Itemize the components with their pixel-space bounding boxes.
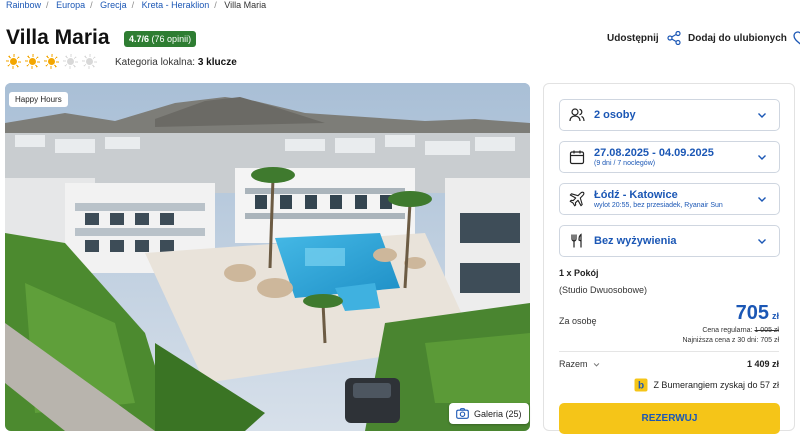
price-per-person: 705 zł — [736, 302, 779, 325]
favorite-label: Dodaj do ulubionych — [688, 33, 787, 44]
breadcrumb-link-rainbow[interactable]: Rainbow — [6, 0, 41, 10]
breadcrumb: Rainbow / Europa / Grecja / Kreta - Herakli… — [6, 0, 266, 10]
dates-value: 27.08.2025 - 04.09.2025 — [594, 147, 714, 159]
chevron-down-icon — [758, 113, 766, 118]
sun-icon — [25, 54, 40, 69]
chevron-down-icon — [758, 239, 766, 244]
meal-value: Bez wyżywienia — [594, 235, 677, 247]
rating-reviews: (76 opinii) — [151, 34, 192, 44]
hotel-photo[interactable] — [5, 83, 530, 431]
dates-duration: (9 dni / 7 noclegów) — [594, 160, 656, 167]
rating-badge[interactable]: 4.7/6 (76 opinii) — [124, 31, 197, 47]
local-category: Kategoria lokalna: 3 klucze — [115, 57, 237, 68]
share-icon — [667, 31, 681, 45]
breadcrumb-separator: / — [214, 0, 217, 10]
price-value: 705 — [735, 302, 769, 324]
hotel-photo-illustration — [5, 83, 530, 431]
regular-price-value: 1 005 zł — [754, 327, 779, 334]
total-label: Razem — [559, 359, 588, 369]
breadcrumb-current: Villa Maria — [224, 0, 267, 10]
meal-select[interactable]: Bez wyżywienia — [559, 225, 780, 257]
chevron-down-icon — [758, 155, 766, 160]
sun-icon — [6, 54, 21, 69]
breadcrumb-link-europa[interactable]: Europa — [56, 0, 85, 10]
sun-icon-empty — [82, 54, 97, 69]
users-icon — [569, 108, 585, 122]
regular-price: Cena regularna: 1 005 zł — [702, 327, 779, 334]
lowest-price-30-days: Najniższa cena z 30 dni: 705 zł — [682, 337, 780, 344]
flight-details: wylot 20:55, bez przesiadek, Ryanair Sun — [594, 202, 723, 209]
sun-rating — [6, 54, 97, 69]
flight-route: Łódź - Katowice — [594, 189, 678, 201]
room-type: (Studio Dwuosobowe) — [559, 285, 648, 295]
sun-icon-empty — [63, 54, 78, 69]
reserve-button[interactable]: REZERWUJ — [559, 403, 780, 434]
share-button[interactable]: Udostępnij — [607, 31, 681, 45]
breadcrumb-separator: / — [131, 0, 135, 10]
chevron-down-icon — [593, 362, 599, 367]
divider — [559, 351, 779, 352]
total-toggle[interactable]: Razem — [559, 359, 600, 369]
regular-price-label: Cena regularna: — [702, 327, 753, 334]
category-value: 3 klucze — [197, 57, 237, 68]
breadcrumb-link-kreta[interactable]: Kreta - Heraklion — [142, 0, 210, 10]
bumerang-text: Z Bumerangiem zyskaj do 57 zł — [653, 380, 779, 390]
chevron-down-icon — [758, 197, 766, 202]
cutlery-icon — [571, 233, 582, 248]
persons-select[interactable]: 2 osoby — [559, 99, 780, 131]
bumerang-icon: b — [634, 378, 648, 392]
calendar-icon — [569, 150, 585, 165]
price-currency: zł — [771, 311, 779, 321]
hotel-title: Villa Maria — [6, 26, 110, 49]
persons-value: 2 osoby — [594, 109, 636, 121]
gallery-button[interactable]: Galeria (25) — [449, 403, 529, 424]
total-price: 1 409 zł — [746, 359, 779, 369]
dates-select[interactable]: 27.08.2025 - 04.09.2025 (9 dni / 7 nocle… — [559, 141, 780, 173]
breadcrumb-separator: / — [46, 0, 49, 10]
booking-panel: 2 osoby 27.08.2025 - 04.09.2025 (9 dni /… — [543, 83, 795, 434]
happy-hours-badge: Happy Hours — [9, 92, 68, 107]
favorite-button[interactable]: Dodaj do ulubionych — [688, 31, 800, 46]
share-label: Udostępnij — [607, 32, 659, 44]
svg-text:b: b — [638, 381, 644, 392]
rating-score: 4.7/6 — [129, 34, 150, 44]
breadcrumb-link-grecja[interactable]: Grecja — [100, 0, 127, 10]
bumerang-info: b Z Bumerangiem zyskaj do 57 zł — [634, 378, 779, 392]
flight-select[interactable]: Łódź - Katowice wylot 20:55, bez przesia… — [559, 183, 780, 215]
gallery-label: Galeria (25) — [474, 408, 522, 419]
room-count: 1 x Pokój — [559, 268, 599, 278]
per-person-label: Za osobę — [559, 316, 597, 326]
breadcrumb-separator: / — [90, 0, 93, 10]
sun-icon — [44, 54, 59, 69]
camera-icon — [456, 408, 469, 419]
category-label: Kategoria lokalna: — [115, 57, 196, 68]
heart-icon — [793, 31, 800, 45]
airplane-icon — [569, 191, 585, 207]
